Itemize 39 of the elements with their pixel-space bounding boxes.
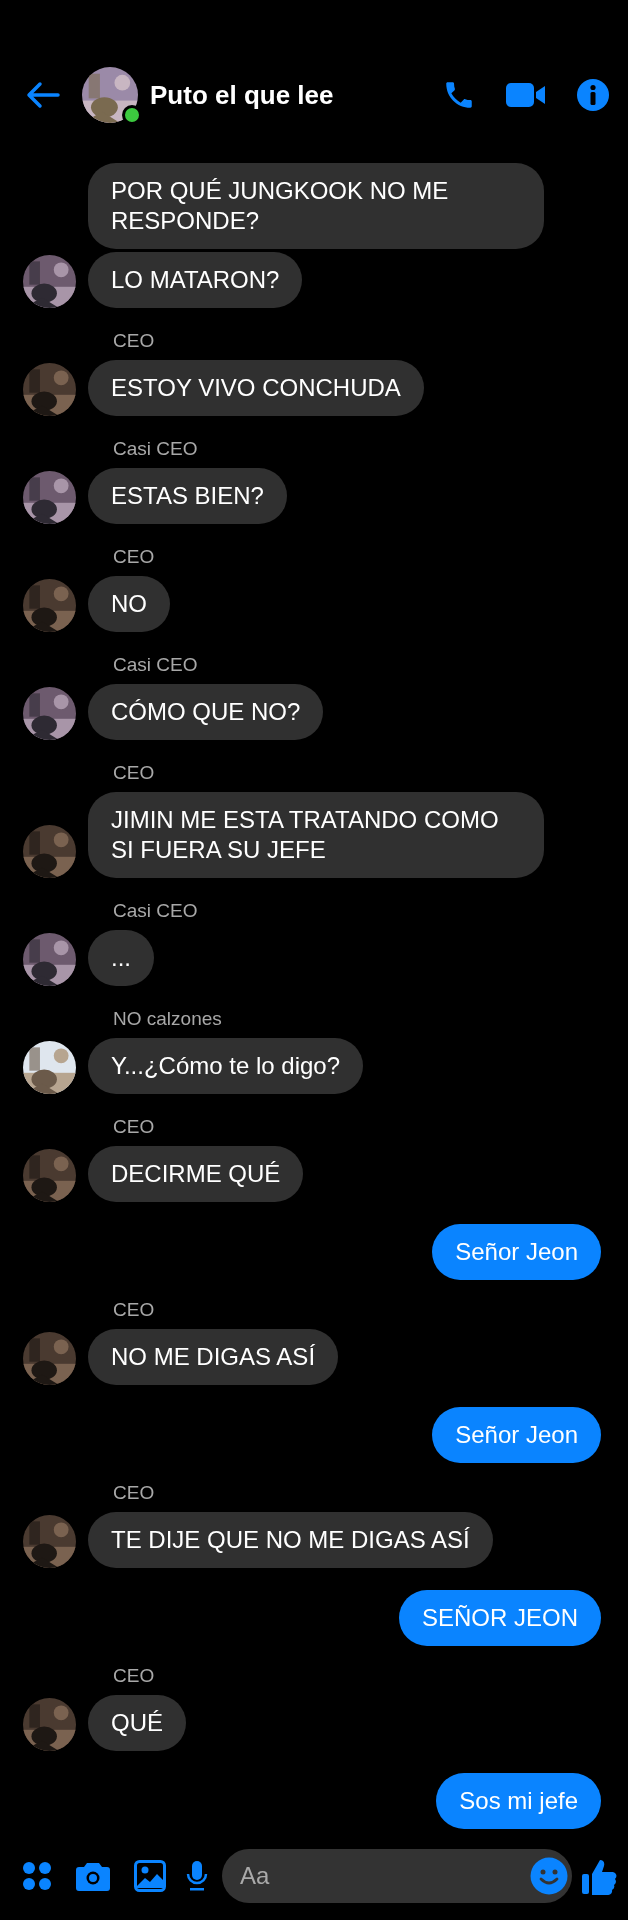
- message-bubble: NO: [88, 576, 170, 632]
- sender-name: CEO: [113, 1665, 156, 1687]
- message-bubble: NO ME DIGAS ASÍ: [88, 1329, 339, 1385]
- sender-name: CEO: [113, 1299, 156, 1321]
- chat-title: Puto el que lee: [150, 79, 335, 111]
- message-bubble: SEÑOR JEON: [398, 1590, 601, 1646]
- sender-name: CEO: [113, 1482, 156, 1504]
- message-bubble: Señor Jeon: [432, 1224, 601, 1280]
- message-bubble: ESTAS BIEN?: [88, 468, 287, 524]
- message-bubble: DECIRME QUÉ: [88, 1146, 304, 1202]
- back-arrow-icon[interactable]: [26, 81, 60, 109]
- sender-name: CEO: [113, 330, 156, 352]
- smiley-icon[interactable]: [530, 1857, 568, 1895]
- sender-name: CEO: [113, 546, 156, 568]
- sender-name: CEO: [113, 762, 156, 784]
- camera-icon[interactable]: [76, 1861, 110, 1891]
- image-icon[interactable]: [134, 1860, 166, 1892]
- microphone-icon[interactable]: [186, 1860, 208, 1892]
- message-bubble: LO MATARON?: [88, 252, 303, 308]
- message-bubble: POR QUÉ JUNGKOOK NO ME RESPONDE?: [88, 163, 544, 249]
- sender-name: NO calzones: [113, 1008, 223, 1030]
- message-input-field[interactable]: Aa: [222, 1849, 572, 1903]
- sender-name: CEO: [113, 1116, 156, 1138]
- sender-name: Casi CEO: [113, 654, 199, 676]
- message-bubble: Señor Jeon: [432, 1407, 601, 1463]
- message-bubble: QUÉ: [88, 1695, 186, 1751]
- thumbs-up-icon[interactable]: [582, 1857, 618, 1895]
- info-icon[interactable]: [576, 78, 610, 112]
- message-bubble: Sos mi jefe: [436, 1773, 601, 1829]
- message-bubble: CÓMO QUE NO?: [88, 684, 324, 740]
- video-camera-icon[interactable]: [506, 81, 546, 109]
- message-bubble: Y...¿Cómo te lo digo?: [88, 1038, 364, 1094]
- message-bubble: JIMIN ME ESTA TRATANDO COMO SI FUERA SU JEFE: [88, 792, 544, 878]
- message-bubble: TE DIJE QUE NO ME DIGAS ASÍ: [88, 1512, 493, 1568]
- sender-name: Casi CEO: [113, 900, 199, 922]
- apps-icon[interactable]: [22, 1861, 52, 1891]
- sender-name: Casi CEO: [113, 438, 199, 460]
- message-bubble: ...: [88, 930, 154, 986]
- message-bubble: ESTOY VIVO CONCHUDA: [88, 360, 424, 416]
